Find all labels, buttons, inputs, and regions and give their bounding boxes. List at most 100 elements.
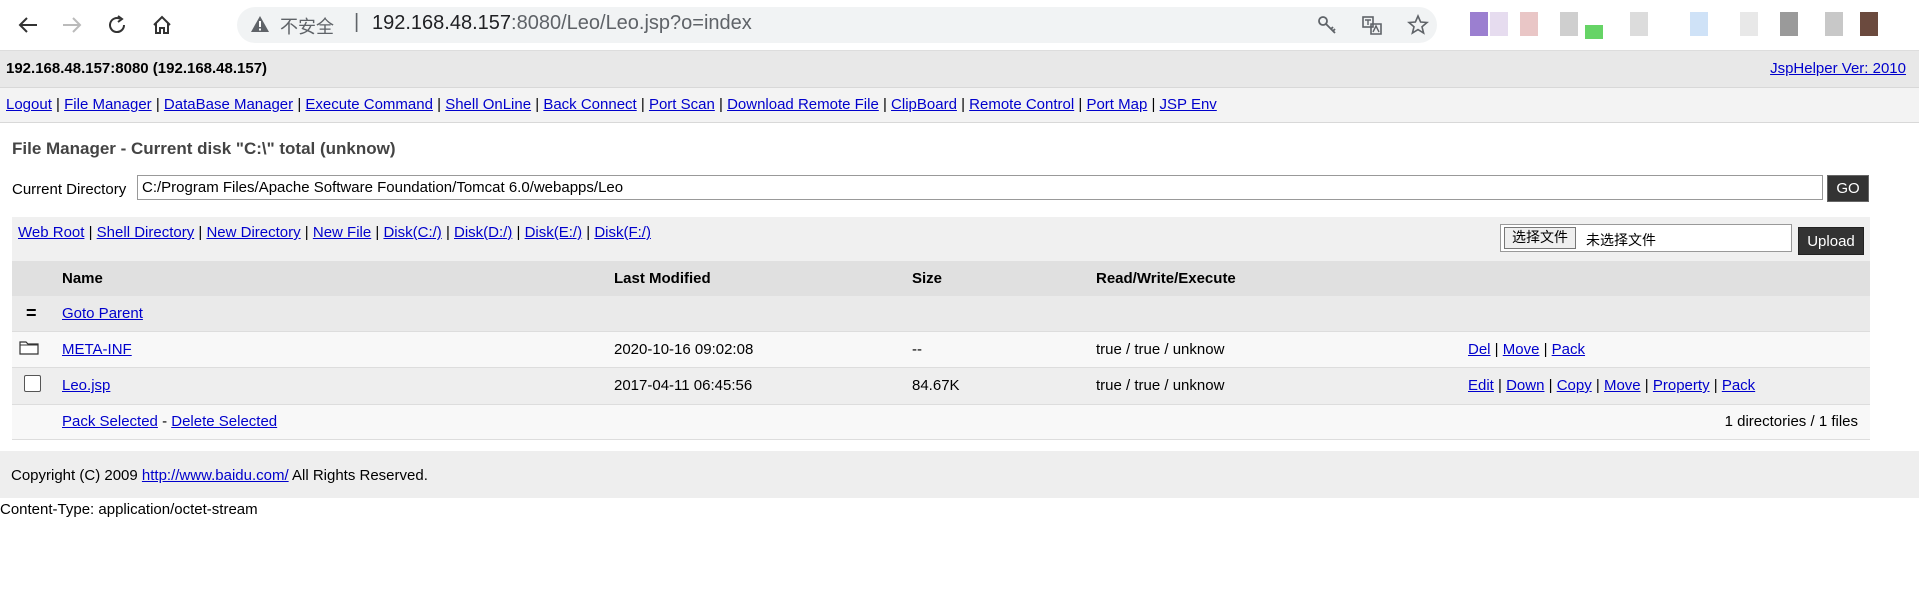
column-name: Name [62, 270, 103, 287]
property-link[interactable]: Property [1653, 377, 1710, 394]
version-link[interactable]: JspHelper Ver: 2010 [1770, 60, 1906, 77]
down-link[interactable]: Down [1506, 377, 1544, 394]
url-text[interactable]: 192.168.48.157:8080/Leo/Leo.jsp?o=index [372, 12, 752, 35]
pack-link[interactable]: Pack [1722, 377, 1755, 394]
dir-name-link[interactable]: META-INF [62, 341, 132, 358]
extension-icon[interactable] [1740, 12, 1758, 36]
copyright-bar: Copyright (C) 2009 http://www.baidu.com/… [0, 451, 1919, 498]
menu-port-scan[interactable]: Port Scan [649, 96, 715, 113]
menu-shell-online[interactable]: Shell OnLine [445, 96, 531, 113]
folder-icon [19, 339, 39, 355]
forward-icon[interactable] [58, 11, 86, 39]
extension-icon[interactable] [1490, 12, 1508, 36]
dash-separator: - [162, 413, 168, 430]
menu-port-map[interactable]: Port Map [1086, 96, 1147, 113]
modified-cell: 2017-04-11 06:45:56 [614, 377, 753, 394]
url-host: 192.168.48.157 [372, 12, 512, 34]
menu-logout[interactable]: Logout [6, 96, 52, 113]
goto-parent-link[interactable]: Goto Parent [62, 305, 143, 322]
rwx-cell: true / true / unknow [1096, 377, 1225, 394]
menu-remote-control[interactable]: Remote Control [969, 96, 1074, 113]
row-actions: Del | Move | Pack [1468, 340, 1586, 358]
extension-icon[interactable] [1560, 12, 1578, 36]
file-table: Name Last Modified Size Read/Write/Execu… [12, 261, 1870, 440]
summary-text: 1 directories / 1 files [1724, 413, 1858, 430]
copy-link[interactable]: Copy [1557, 377, 1592, 394]
no-file-label: 未选择文件 [1586, 233, 1656, 249]
extension-icon[interactable] [1520, 12, 1538, 36]
current-directory-input[interactable] [137, 175, 1823, 200]
extension-icon[interactable] [1690, 12, 1708, 36]
extension-icon[interactable] [1470, 12, 1488, 36]
modified-cell: 2020-10-16 09:02:08 [614, 340, 754, 358]
parent-icon: = [26, 302, 37, 323]
file-checkbox[interactable] [24, 375, 41, 392]
size-cell: -- [912, 340, 922, 358]
warning-icon[interactable] [250, 15, 270, 33]
back-icon[interactable] [14, 11, 42, 39]
new-directory-link[interactable]: New Directory [206, 224, 300, 241]
menu-file-manager[interactable]: File Manager [64, 96, 152, 113]
copyright-prefix: Copyright (C) 2009 [11, 467, 142, 484]
menu-clipboard[interactable]: ClipBoard [891, 96, 957, 113]
url-rest: :8080/Leo/Leo.jsp?o=index [511, 12, 752, 34]
main-menu: Logout | File Manager | DataBase Manager… [0, 87, 1919, 123]
address-separator: | [354, 11, 360, 33]
edit-link[interactable]: Edit [1468, 377, 1494, 394]
disk-c-link[interactable]: Disk(C:/) [383, 224, 441, 241]
extension-icon[interactable] [1825, 12, 1843, 36]
disk-d-link[interactable]: Disk(D:/) [454, 224, 512, 241]
column-last-modified: Last Modified [614, 270, 711, 287]
move-link[interactable]: Move [1604, 377, 1641, 394]
pack-selected-link[interactable]: Pack Selected [62, 413, 158, 430]
pack-link[interactable]: Pack [1552, 341, 1585, 358]
content-type-text: Content-Type: application/octet-stream [0, 501, 258, 518]
extension-icon[interactable] [1780, 12, 1798, 36]
choose-file-button[interactable]: 选择文件 [1504, 227, 1576, 249]
menu-execute-command[interactable]: Execute Command [305, 96, 433, 113]
delete-selected-link[interactable]: Delete Selected [171, 413, 277, 430]
column-size: Size [912, 270, 943, 287]
copyright-suffix: All Rights Reserved. [288, 467, 428, 484]
upload-button[interactable]: Upload [1798, 227, 1864, 255]
current-directory-label: Current Directory [12, 181, 127, 198]
key-icon[interactable] [1315, 13, 1339, 37]
disk-f-link[interactable]: Disk(F:/) [594, 224, 651, 241]
rwx-cell: true / true / unknow [1096, 340, 1225, 358]
insecure-label[interactable]: 不安全 [280, 13, 334, 39]
star-icon[interactable] [1406, 13, 1430, 37]
menu-jsp-env[interactable]: JSP Env [1160, 96, 1217, 113]
web-root-link[interactable]: Web Root [18, 224, 84, 241]
table-row: Leo.jsp 2017-04-11 06:45:56 84.67K true … [12, 367, 1870, 404]
goto-parent-row: = Goto Parent [12, 296, 1870, 331]
page-title: File Manager - Current disk "C:\" total … [12, 139, 396, 158]
browser-toolbar: 不安全 | 192.168.48.157:8080/Leo/Leo.jsp?o=… [0, 0, 1919, 50]
go-button[interactable]: GO [1827, 175, 1869, 202]
move-link[interactable]: Move [1503, 341, 1540, 358]
menu-download-remote-file[interactable]: Download Remote File [727, 96, 879, 113]
extension-icon[interactable] [1630, 12, 1648, 36]
extension-icon[interactable] [1585, 25, 1603, 39]
file-upload-input[interactable]: 选择文件 未选择文件 [1500, 224, 1792, 252]
disk-e-link[interactable]: Disk(E:/) [525, 224, 583, 241]
shell-directory-link[interactable]: Shell Directory [97, 224, 195, 241]
home-icon[interactable] [148, 11, 176, 39]
menu-back-connect[interactable]: Back Connect [543, 96, 636, 113]
column-rwx: Read/Write/Execute [1096, 270, 1236, 287]
table-footer: Pack Selected - Delete Selected 1 direct… [12, 404, 1870, 439]
table-row: META-INF 2020-10-16 09:02:08 -- true / t… [12, 331, 1870, 367]
table-header: Name Last Modified Size Read/Write/Execu… [12, 261, 1870, 296]
baidu-link[interactable]: http://www.baidu.com/ [142, 467, 289, 484]
menu-database-manager[interactable]: DataBase Manager [164, 96, 293, 113]
copyright-text: Copyright (C) 2009 http://www.baidu.com/… [11, 467, 428, 484]
directory-toolbar: Web Root | Shell Directory | New Directo… [12, 217, 1870, 261]
reload-icon[interactable] [103, 11, 131, 39]
translate-icon[interactable] [1360, 13, 1384, 37]
extension-icon[interactable] [1860, 12, 1878, 36]
server-address: 192.168.48.157:8080 (192.168.48.157) [6, 60, 268, 77]
new-file-link[interactable]: New File [313, 224, 371, 241]
file-name-link[interactable]: Leo.jsp [62, 377, 110, 394]
server-header: 192.168.48.157:8080 (192.168.48.157) Jsp… [0, 50, 1919, 87]
del-link[interactable]: Del [1468, 341, 1491, 358]
size-cell: 84.67K [912, 377, 960, 394]
